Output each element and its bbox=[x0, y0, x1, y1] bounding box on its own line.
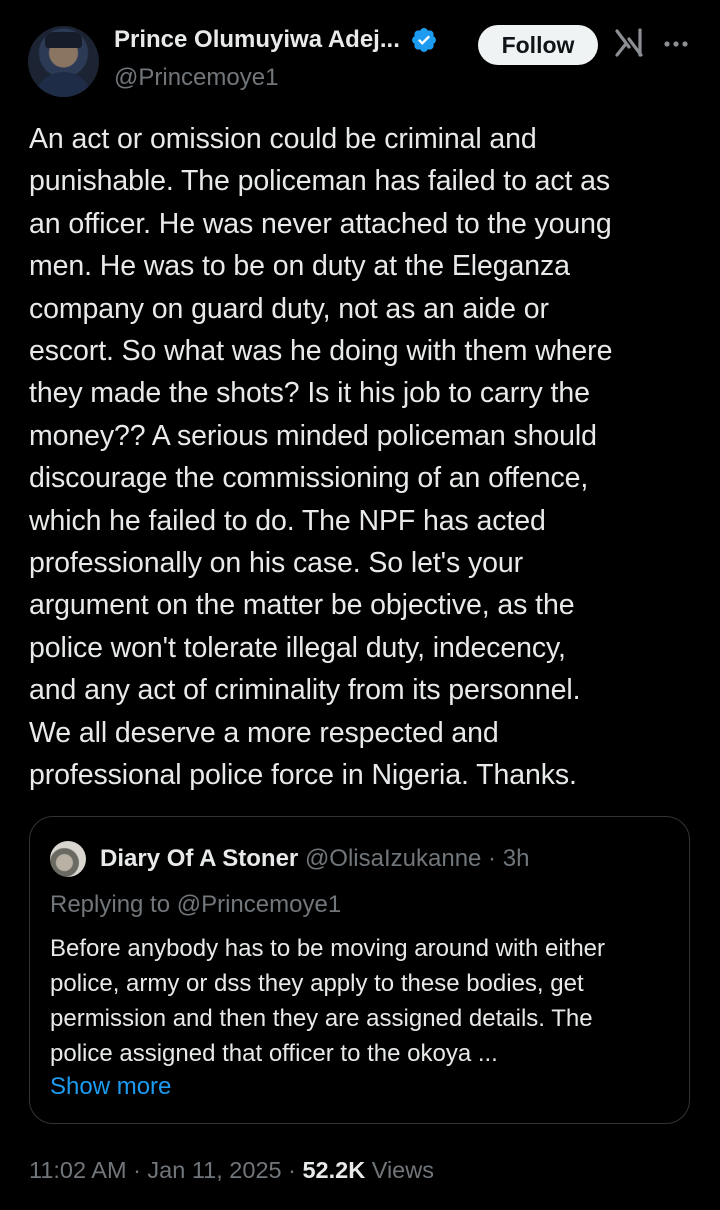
tweet-body: An act or omission could be criminal and… bbox=[29, 123, 613, 792]
tweet-footer: 11:02 AM · Jan 11, 2025 · 52.2K Views bbox=[29, 1157, 434, 1184]
tweet-header: Prince Olumuyiwa Adej... @Princemoye1 Fo… bbox=[0, 0, 720, 110]
quoted-author-meta: @OlisaIzukanne · 3h bbox=[304, 845, 530, 872]
author-handle[interactable]: @Princemoye1 bbox=[114, 64, 278, 92]
avatar-cap-shape bbox=[45, 32, 82, 48]
quoted-author-name[interactable]: Diary Of A Stoner bbox=[100, 845, 298, 872]
timestamp[interactable]: 11:02 AM · Jan 11, 2025 · bbox=[29, 1157, 302, 1183]
show-more-link[interactable]: Show more bbox=[50, 1073, 171, 1101]
quoted-tweet[interactable]: Diary Of A Stoner @OlisaIzukanne · 3h Re… bbox=[29, 816, 690, 1124]
quoted-tweet-body: Before anybody has to be moving around w… bbox=[50, 935, 606, 1067]
quoted-tweet-header: Diary Of A Stoner @OlisaIzukanne · 3h bbox=[100, 845, 529, 873]
views-count: 52.2K bbox=[302, 1157, 366, 1183]
follow-button[interactable]: Follow bbox=[478, 25, 598, 65]
avatar-body-shape bbox=[35, 72, 92, 97]
grok-icon[interactable] bbox=[614, 27, 644, 59]
more-options-icon[interactable] bbox=[662, 30, 690, 58]
verified-badge-icon bbox=[411, 28, 436, 52]
author-name[interactable]: Prince Olumuyiwa Adej... bbox=[114, 26, 400, 54]
author-avatar[interactable] bbox=[28, 26, 99, 97]
views-label: Views bbox=[365, 1157, 434, 1183]
replying-to[interactable]: Replying to @Princemoye1 bbox=[50, 891, 341, 919]
author-name-row: Prince Olumuyiwa Adej... bbox=[114, 26, 438, 54]
quoted-author-avatar[interactable] bbox=[50, 841, 86, 877]
